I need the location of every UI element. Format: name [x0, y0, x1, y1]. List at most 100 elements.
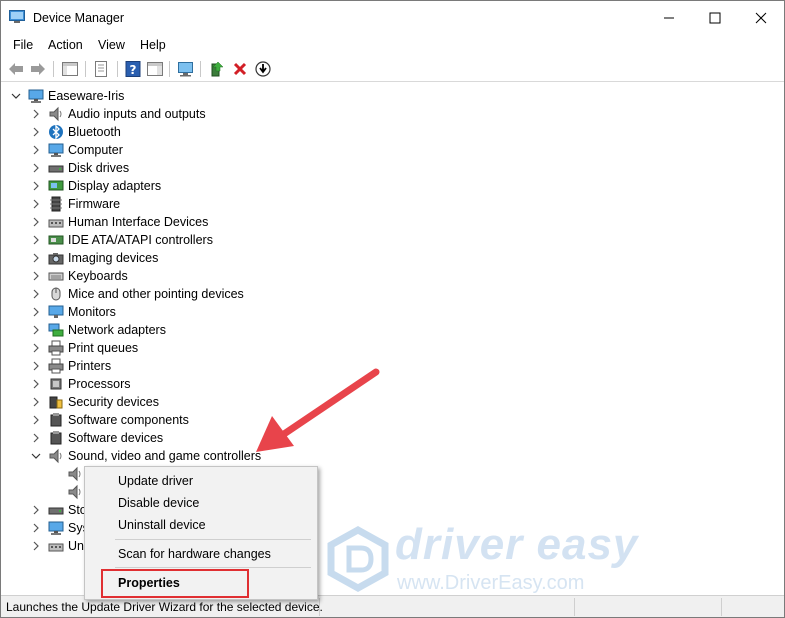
back-arrow-icon	[9, 63, 23, 75]
properties-highlight-box	[101, 569, 249, 598]
tree-category[interactable]: Mice and other pointing devices	[1, 285, 401, 303]
update-driver-icon	[211, 61, 224, 77]
forward-arrow-icon	[31, 63, 45, 75]
tree-category[interactable]: Audio inputs and outputs	[1, 105, 401, 123]
chevron-right-icon[interactable]	[31, 379, 41, 389]
svg-text:?: ?	[130, 63, 137, 77]
context-menu: Update driver Disable device Uninstall d…	[84, 466, 318, 600]
menu-bar: File Action View Help	[1, 35, 784, 55]
menu-file[interactable]: File	[13, 38, 33, 52]
network-icon	[48, 323, 64, 337]
tree-category-label: Display adapters	[68, 179, 162, 193]
monitor-icon	[48, 305, 64, 318]
action-pane-icon	[147, 62, 163, 76]
tree-category[interactable]: Print queues	[1, 339, 401, 357]
software-icon	[50, 413, 62, 427]
keyboard-icon	[48, 272, 64, 281]
chevron-down-icon[interactable]	[11, 91, 21, 101]
chevron-right-icon[interactable]	[31, 271, 41, 281]
tree-category[interactable]: Display adapters	[1, 177, 401, 195]
update-driver-toolbar-button[interactable]	[207, 59, 227, 79]
computer-icon	[28, 89, 44, 103]
tree-category-label: Keyboards	[68, 269, 128, 283]
status-divider	[574, 598, 575, 616]
chevron-right-icon[interactable]	[31, 289, 41, 299]
show-hide-console-tree-button[interactable]	[60, 59, 80, 79]
disk-drive-icon	[48, 507, 64, 515]
maximize-button[interactable]	[692, 1, 738, 35]
help-button[interactable]: ?	[123, 59, 143, 79]
chevron-right-icon[interactable]	[31, 541, 41, 551]
menu-action[interactable]: Action	[48, 38, 83, 52]
close-icon	[755, 12, 767, 24]
security-icon	[49, 396, 63, 409]
chevron-right-icon[interactable]	[31, 217, 41, 227]
context-item-disable-device[interactable]: Disable device	[118, 496, 199, 510]
chevron-right-icon[interactable]	[31, 307, 41, 317]
tree-category[interactable]: Monitors	[1, 303, 401, 321]
chevron-right-icon[interactable]	[31, 523, 41, 533]
close-button[interactable]	[738, 1, 784, 35]
speaker-icon	[68, 484, 81, 500]
chevron-right-icon[interactable]	[31, 361, 41, 371]
enable-device-toolbar-button[interactable]	[253, 59, 273, 79]
tree-category[interactable]: Human Interface Devices	[1, 213, 401, 231]
chevron-right-icon[interactable]	[31, 505, 41, 515]
action-pane-button[interactable]	[145, 59, 165, 79]
tree-category[interactable]: Disk drives	[1, 159, 401, 177]
context-item-update-driver[interactable]: Update driver	[118, 474, 193, 488]
red-x-icon	[233, 62, 247, 76]
chevron-right-icon[interactable]	[31, 109, 41, 119]
scan-hardware-button[interactable]	[176, 59, 196, 79]
printer-icon	[48, 358, 64, 374]
ide-controller-icon	[48, 235, 64, 245]
tree-category[interactable]: IDE ATA/ATAPI controllers	[1, 231, 401, 249]
tree-root[interactable]: Easeware-Iris	[1, 87, 401, 105]
tree-category[interactable]: Keyboards	[1, 267, 401, 285]
chevron-right-icon[interactable]	[31, 181, 41, 191]
tree-category-label: Disk drives	[68, 161, 130, 175]
toolbar-separator	[200, 61, 201, 77]
menu-help[interactable]: Help	[140, 38, 166, 52]
chevron-right-icon[interactable]	[31, 433, 41, 443]
back-button[interactable]	[6, 59, 26, 79]
chevron-right-icon[interactable]	[31, 235, 41, 245]
hid-icon	[48, 543, 64, 552]
toolbar-separator	[169, 61, 170, 77]
context-item-uninstall-device[interactable]: Uninstall device	[118, 518, 206, 532]
tree-category[interactable]: Computer	[1, 141, 401, 159]
properties-toolbar-button[interactable]	[91, 59, 111, 79]
toolbar-separator	[53, 61, 54, 77]
context-item-scan-hardware[interactable]: Scan for hardware changes	[118, 547, 271, 561]
chevron-right-icon[interactable]	[31, 253, 41, 263]
chevron-right-icon[interactable]	[31, 415, 41, 425]
printer-icon	[48, 340, 64, 356]
chevron-right-icon[interactable]	[31, 199, 41, 209]
chevron-right-icon[interactable]	[31, 325, 41, 335]
tree-category[interactable]: Network adapters	[1, 321, 401, 339]
chevron-down-icon[interactable]	[31, 451, 41, 461]
tree-category-label: Printers	[68, 359, 112, 373]
minimize-button[interactable]	[646, 1, 692, 35]
chevron-right-icon[interactable]	[31, 397, 41, 407]
hid-icon	[48, 219, 64, 228]
tree-category-label: Print queues	[68, 341, 139, 355]
menu-view[interactable]: View	[98, 38, 125, 52]
tree-category-label: Firmware	[68, 197, 121, 211]
tree-category[interactable]: Imaging devices	[1, 249, 401, 267]
toolbar-separator	[85, 61, 86, 77]
chevron-right-icon[interactable]	[31, 145, 41, 155]
tree-category-label: Software devices	[68, 431, 164, 445]
chevron-right-icon[interactable]	[31, 163, 41, 173]
chevron-right-icon[interactable]	[31, 343, 41, 353]
forward-button[interactable]	[28, 59, 48, 79]
tree-category-label: Sound, video and game controllers	[68, 449, 262, 463]
speaker-icon	[68, 466, 81, 482]
tree-category[interactable]: Firmware	[1, 195, 401, 213]
title-bar: Device Manager	[1, 1, 784, 35]
uninstall-device-toolbar-button[interactable]	[230, 59, 250, 79]
tree-category-label: Computer	[68, 143, 123, 157]
tree-category[interactable]: Bluetooth	[1, 123, 401, 141]
help-icon: ?	[125, 61, 141, 77]
chevron-right-icon[interactable]	[31, 127, 41, 137]
